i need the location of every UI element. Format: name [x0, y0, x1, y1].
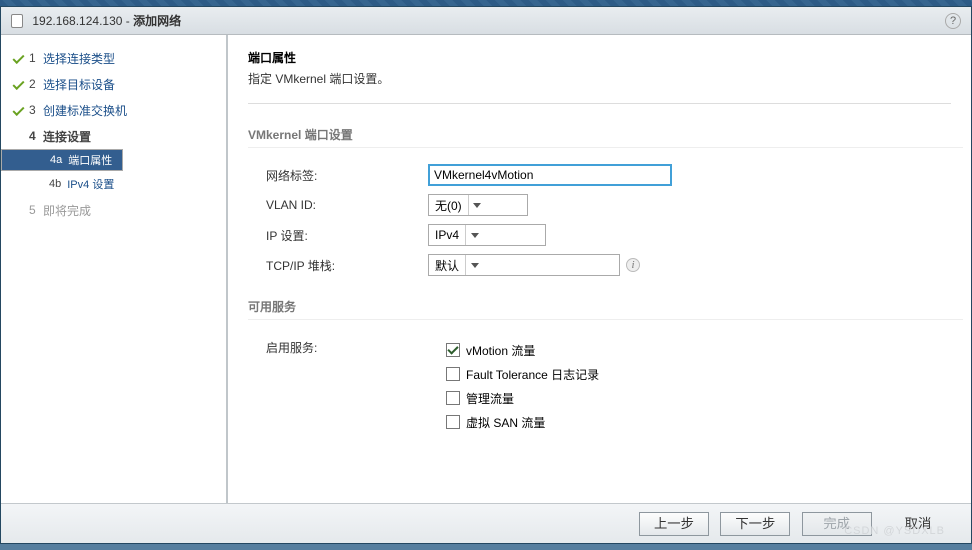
label-enable-services: 启用服务:: [248, 339, 428, 356]
chevron-down-icon: [465, 255, 483, 275]
main-panel: 端口属性 指定 VMkernel 端口设置。 VMkernel 端口设置 网络标…: [228, 35, 971, 503]
wizard-step-3[interactable]: 3 创建标准交换机: [1, 97, 226, 123]
label-ip: IP 设置:: [248, 227, 428, 244]
add-network-dialog: 192.168.124.130 - 添加网络 ? 1 选择连接类型 2 选择目标…: [0, 6, 972, 544]
svc-mgmt-label: 管理流量: [466, 390, 514, 407]
step5-label: 即将完成: [43, 202, 91, 219]
svc-ft-checkbox[interactable]: Fault Tolerance 日志记录: [248, 362, 971, 386]
finish-button: 完成: [802, 512, 872, 536]
svc-vsan-label: 虚拟 SAN 流量: [466, 414, 545, 431]
step4b-link[interactable]: IPv4 设置: [67, 176, 114, 192]
chevron-down-icon: [465, 225, 483, 245]
page-description: 端口属性 指定 VMkernel 端口设置。: [228, 35, 971, 97]
label-tcpip: TCP/IP 堆栈:: [248, 257, 428, 274]
vlan-id-value: 无(0): [429, 197, 468, 214]
back-button[interactable]: 上一步: [639, 512, 709, 536]
ip-setting-select[interactable]: IPv4: [428, 224, 546, 246]
checkbox-icon: [446, 367, 460, 381]
host-icon: [11, 14, 23, 28]
vlan-id-select[interactable]: 无(0): [428, 194, 528, 216]
label-vlan: VLAN ID:: [248, 198, 428, 212]
wizard-step-1[interactable]: 1 选择连接类型: [1, 45, 226, 71]
label-network-label: 网络标签:: [248, 167, 428, 184]
checkbox-icon: [446, 343, 460, 357]
wizard-steps: 1 选择连接类型 2 选择目标设备 3 创建标准交换机 4 连接设置 4a 端口…: [1, 35, 226, 503]
help-icon[interactable]: ?: [945, 13, 961, 29]
wizard-step-4: 4 连接设置: [1, 123, 226, 149]
dialog-footer: 上一步 下一步 完成 取消 CSDN @YSDXLB: [1, 503, 971, 543]
dialog-title: 添加网络: [133, 14, 181, 28]
cancel-button[interactable]: 取消: [883, 512, 953, 536]
svc-vsan-checkbox[interactable]: 虚拟 SAN 流量: [248, 410, 971, 434]
wizard-step-4a[interactable]: 4a 端口属性: [1, 149, 123, 171]
dialog-titlebar: 192.168.124.130 - 添加网络 ?: [1, 7, 971, 35]
check-icon: [11, 51, 25, 65]
step3-link[interactable]: 创建标准交换机: [43, 102, 127, 119]
section-services: 可用服务: [248, 298, 971, 315]
ip-setting-value: IPv4: [429, 228, 465, 242]
next-button[interactable]: 下一步: [720, 512, 790, 536]
check-icon: [11, 77, 25, 91]
step4a-label: 端口属性: [68, 152, 112, 168]
checkbox-icon: [446, 415, 460, 429]
svc-mgmt-checkbox[interactable]: 管理流量: [248, 386, 971, 410]
divider: [248, 319, 963, 320]
info-icon[interactable]: i: [626, 258, 640, 272]
wizard-step-5: 5 即将完成: [1, 197, 226, 223]
checkbox-icon: [446, 391, 460, 405]
chevron-down-icon: [468, 195, 486, 215]
step2-link[interactable]: 选择目标设备: [43, 76, 115, 93]
check-icon: [11, 103, 25, 117]
page-subtitle: 指定 VMkernel 端口设置。: [248, 70, 951, 87]
step1-link[interactable]: 选择连接类型: [43, 50, 115, 67]
tcpip-stack-select[interactable]: 默认: [428, 254, 620, 276]
divider: [248, 147, 963, 148]
section-vmk: VMkernel 端口设置: [248, 126, 971, 143]
svc-ft-label: Fault Tolerance 日志记录: [466, 366, 599, 383]
network-label-input[interactable]: [428, 164, 672, 186]
page-title: 端口属性: [248, 49, 951, 66]
step4-label: 连接设置: [43, 128, 91, 145]
host-ip: 192.168.124.130: [32, 14, 122, 28]
wizard-step-2[interactable]: 2 选择目标设备: [1, 71, 226, 97]
wizard-step-4b[interactable]: 4b IPv4 设置: [1, 171, 226, 197]
svc-vmotion-label: vMotion 流量: [466, 342, 535, 359]
tcpip-stack-value: 默认: [429, 257, 465, 274]
form-scroll[interactable]: VMkernel 端口设置 网络标签: VLAN ID: 无(0) IP 设置:: [228, 104, 971, 503]
